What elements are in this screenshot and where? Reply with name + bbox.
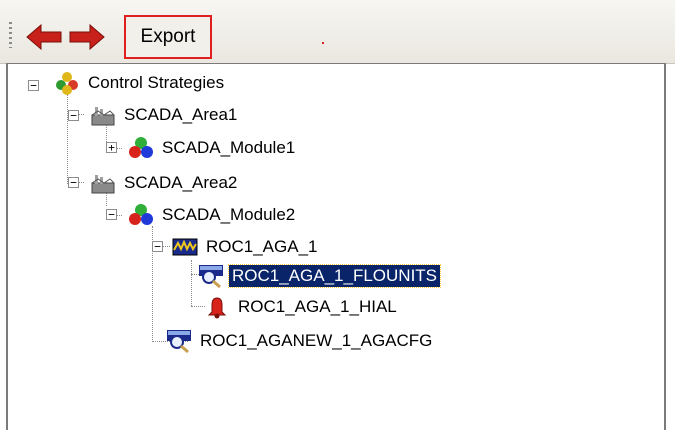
collapse-toggle[interactable]: − <box>152 241 163 252</box>
export-button[interactable]: Export <box>124 15 212 59</box>
tree-node-roc1-aganew-1-agacfg[interactable]: ROC1_AGANEW_1_AGACFG <box>166 328 435 354</box>
tree-node-label: ROC1_AGA_1_HIAL <box>238 297 397 316</box>
tree-node-scada-module2[interactable]: SCADA_Module2 <box>128 202 298 228</box>
function-block-icon <box>172 238 198 256</box>
area-icon <box>91 107 115 126</box>
tree-node-label: SCADA_Area2 <box>124 173 238 192</box>
back-arrow-icon[interactable] <box>26 23 62 51</box>
collapse-toggle[interactable]: − <box>68 110 79 121</box>
tree-node-scada-module1[interactable]: SCADA_Module1 <box>128 135 298 161</box>
tree-node-control-strategies[interactable]: Control Strategies <box>54 70 227 96</box>
tree-node-label: ROC1_AGA_1 <box>206 237 318 256</box>
tree-node-label: SCADA_Area1 <box>124 105 238 124</box>
tree-node-roc1-aga-1-hial[interactable]: ROC1_AGA_1_HIAL <box>204 294 400 320</box>
tree-node-label: Control Strategies <box>88 73 225 92</box>
tree-node-label: SCADA_Module2 <box>162 205 296 224</box>
red-dot-mark <box>322 42 324 44</box>
strategy-tree[interactable]: − − + − − − Control Strategies SCADA_Are… <box>6 63 666 430</box>
collapse-toggle[interactable]: − <box>68 177 79 188</box>
collapse-toggle[interactable]: − <box>28 80 39 91</box>
tree-connector <box>191 260 192 306</box>
tree-connector <box>67 94 68 184</box>
forward-arrow-icon[interactable] <box>69 23 105 51</box>
control-strategies-icon <box>56 72 78 95</box>
tree-node-scada-area2[interactable]: SCADA_Area2 <box>90 170 240 196</box>
tree-node-label: ROC1_AGANEW_1_AGACFG <box>200 331 433 350</box>
module-icon <box>129 204 153 225</box>
tree-node-roc1-aga-1-flounits[interactable]: ROC1_AGA_1_FLOUNITS <box>198 263 442 289</box>
collapse-toggle[interactable]: − <box>106 209 117 220</box>
tree-node-label: ROC1_AGA_1_FLOUNITS <box>227 264 442 288</box>
toolbar: Export <box>0 0 675 64</box>
tree-node-label: SCADA_Module1 <box>162 138 296 157</box>
parameter-icon <box>199 265 223 288</box>
toolbar-grip[interactable] <box>9 22 12 48</box>
module-icon <box>129 137 153 158</box>
tree-connector <box>191 306 205 307</box>
tree-node-roc1-aga-1[interactable]: ROC1_AGA_1 <box>172 234 321 260</box>
expand-toggle[interactable]: + <box>106 142 117 153</box>
alarm-icon <box>207 297 227 319</box>
tree-node-scada-area1[interactable]: SCADA_Area1 <box>90 102 240 128</box>
area-icon <box>91 175 115 194</box>
parameter-icon <box>167 330 191 353</box>
